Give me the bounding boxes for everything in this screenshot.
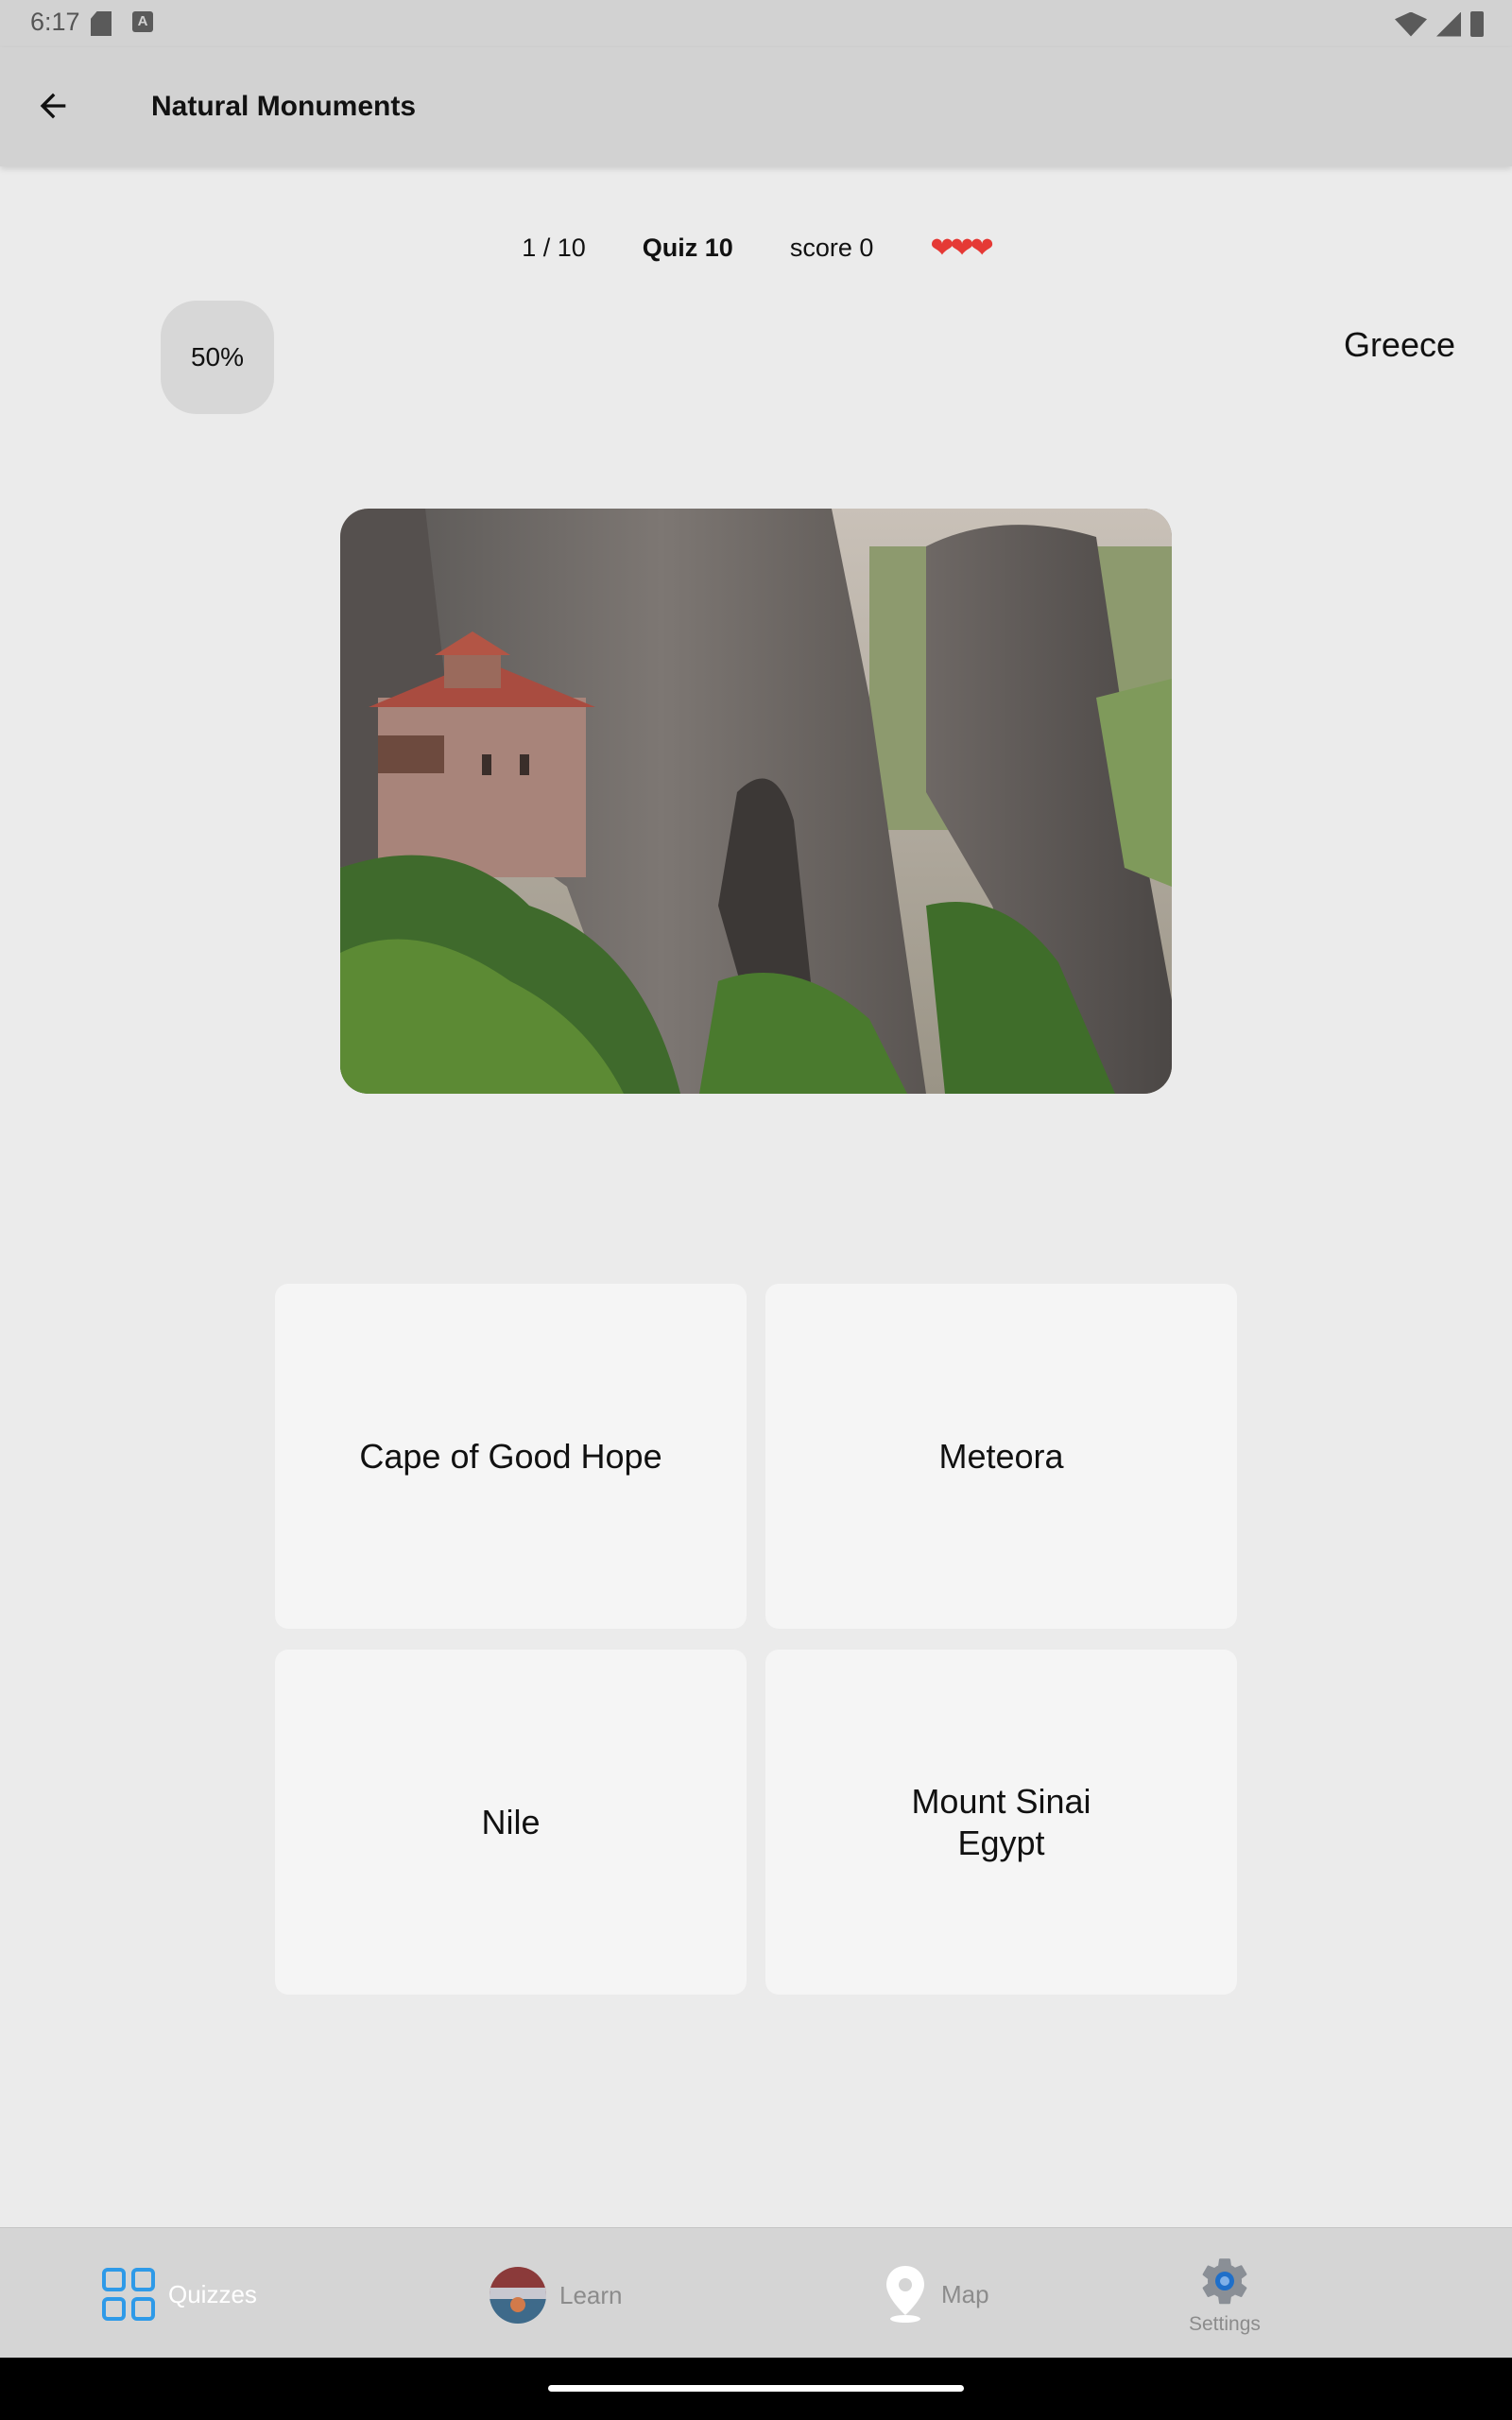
- status-system-icons: [1395, 11, 1484, 37]
- nav-learn-label: Learn: [559, 2280, 623, 2309]
- app-bar: Natural Monuments: [0, 47, 1512, 166]
- nav-learn[interactable]: Learn: [490, 2267, 623, 2324]
- page-title: Natural Monuments: [151, 91, 417, 122]
- map-pin-icon: [886, 2266, 924, 2323]
- status-bar: 6:17 A: [0, 0, 1512, 47]
- system-gesture-bar: [0, 2358, 1512, 2420]
- nav-settings[interactable]: Settings: [1189, 2253, 1261, 2336]
- grid-icon: [102, 2268, 155, 2321]
- arrow-back-icon: [40, 93, 66, 119]
- country-hint: Greece: [1343, 325, 1455, 364]
- status-time: 6:17: [30, 8, 80, 36]
- question-progress: 1 / 10: [522, 233, 586, 262]
- quiz-name: Quiz 10: [642, 233, 733, 262]
- status-notification-icons: A: [91, 11, 153, 36]
- nav-map[interactable]: Map: [883, 2266, 989, 2323]
- nav-quizzes-label: Quizzes: [168, 2279, 257, 2308]
- nav-quizzes[interactable]: Quizzes: [102, 2268, 257, 2321]
- question-photo: [340, 509, 1172, 1094]
- battery-icon: [1470, 11, 1484, 37]
- score: score 0: [789, 233, 874, 262]
- learn-thumbnail-icon: [490, 2267, 546, 2324]
- bottom-navigation: Quizzes Learn Map Settings: [0, 2227, 1512, 2358]
- back-button[interactable]: [25, 78, 81, 134]
- answer-option-2[interactable]: Meteora: [765, 1284, 1237, 1629]
- quiz-info-row: 1 / 10 Quiz 10 score 0 ❤❤❤: [0, 229, 1512, 267]
- keyboard-a-icon: A: [132, 11, 153, 32]
- home-gesture-handle[interactable]: [548, 2385, 964, 2392]
- gear-icon: [1202, 2258, 1247, 2305]
- fifty-fifty-button[interactable]: 50%: [161, 301, 274, 414]
- cell-signal-icon: [1436, 11, 1461, 37]
- meteora-photo: [340, 509, 1172, 1094]
- answer-option-1[interactable]: Cape of Good Hope: [275, 1284, 747, 1629]
- wifi-icon: [1395, 11, 1427, 37]
- answer-option-4[interactable]: Mount Sinai Egypt: [765, 1650, 1237, 1995]
- answer-option-3[interactable]: Nile: [275, 1650, 747, 1995]
- sd-card-icon: [91, 11, 112, 36]
- nav-settings-label: Settings: [1189, 2313, 1261, 2335]
- nav-map-label: Map: [941, 2279, 989, 2308]
- lives-hearts: ❤❤❤: [930, 232, 993, 264]
